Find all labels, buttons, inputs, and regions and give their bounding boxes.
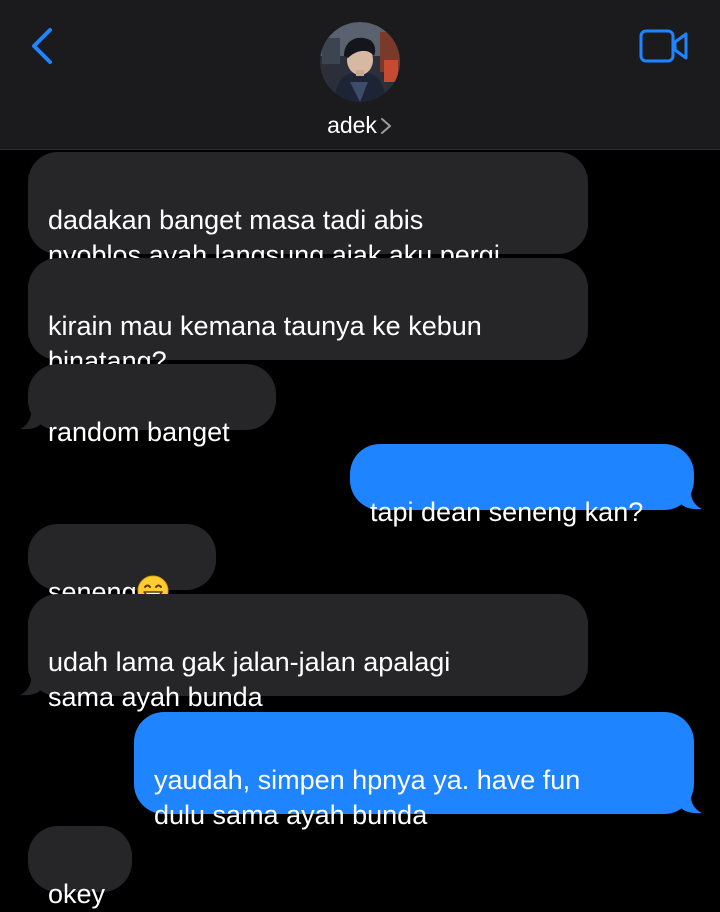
bubble-tail	[680, 786, 702, 814]
message-bubble-incoming[interactable]: kirain mau kemana taunya ke kebun binata…	[28, 258, 588, 376]
back-button[interactable]	[26, 26, 62, 66]
message-bubble-incoming[interactable]: random banget	[28, 364, 276, 447]
bubble-tail	[680, 482, 702, 510]
message-thread[interactable]: dadakan banget masa tadi abis nyoblos ay…	[0, 150, 720, 909]
contact-name: adek	[327, 112, 377, 138]
message-bubble-outgoing[interactable]: yaudah, simpen hpnya ya. have fun dulu s…	[134, 712, 694, 830]
message-text: udah lama gak jalan-jalan apalagi sama a…	[48, 647, 451, 712]
message-bubble-incoming[interactable]: okey	[28, 826, 132, 909]
conversation-header: adek	[0, 0, 720, 150]
message-text: random banget	[48, 417, 230, 447]
bubble-tail	[20, 668, 42, 696]
message-bubble-incoming[interactable]: seneng	[28, 524, 216, 607]
message-text: tapi dean seneng kan?	[370, 497, 644, 527]
contact-name-button[interactable]: adek	[0, 112, 720, 141]
chevron-right-icon	[379, 114, 393, 141]
avatar[interactable]	[320, 22, 400, 102]
bubble-tail	[20, 402, 42, 430]
message-text: okey	[48, 879, 106, 909]
message-bubble-outgoing[interactable]: tapi dean seneng kan?	[350, 444, 694, 527]
chevron-left-icon	[32, 28, 52, 64]
video-camera-icon	[639, 29, 688, 63]
message-bubble-incoming[interactable]: dadakan banget masa tadi abis nyoblos ay…	[28, 152, 588, 270]
video-call-button[interactable]	[638, 28, 690, 64]
contact-avatar-photo	[320, 22, 400, 102]
message-bubble-incoming[interactable]: udah lama gak jalan-jalan apalagi sama a…	[28, 594, 588, 712]
message-text: yaudah, simpen hpnya ya. have fun dulu s…	[154, 765, 581, 830]
